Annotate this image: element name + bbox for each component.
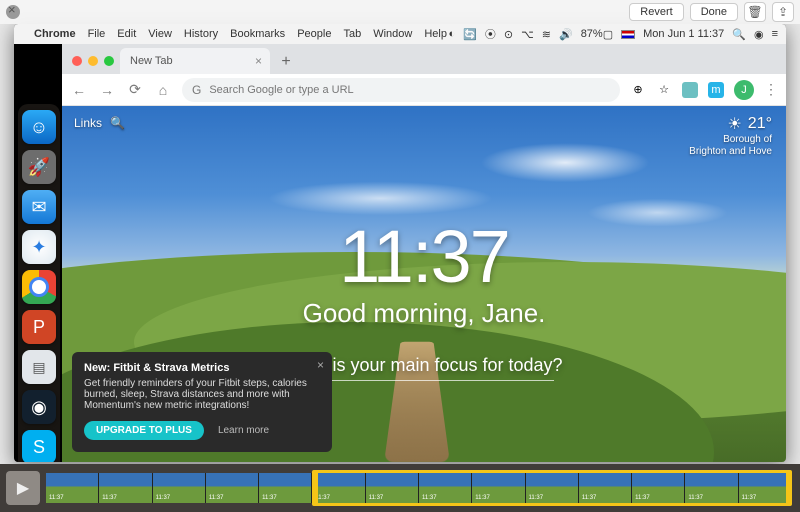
promo-body: Get friendly reminders of your Fitbit st… xyxy=(84,378,320,411)
trim-timeline: ▶ xyxy=(0,464,800,512)
spotlight-icon[interactable]: 🔍 xyxy=(732,28,746,41)
status-icon[interactable]: ◐ xyxy=(449,28,456,40)
search-engine-icon: G xyxy=(192,83,201,97)
trash-button[interactable]: 🗑 xyxy=(744,2,766,22)
weather-location: Brighton and Hove xyxy=(689,146,772,158)
window-minimize[interactable] xyxy=(88,56,98,66)
menu-bookmarks[interactable]: Bookmarks xyxy=(230,28,285,40)
dock-powerpoint[interactable]: P xyxy=(22,310,56,344)
chrome-window: New Tab × + ← → ⟳ ⌂ G Search Google or t… xyxy=(62,44,786,462)
close-preview-button[interactable] xyxy=(6,5,20,19)
new-tab-button[interactable]: + xyxy=(274,50,298,74)
done-button[interactable]: Done xyxy=(690,3,738,21)
links-menu[interactable]: Links 🔍 xyxy=(74,116,125,130)
menu-file[interactable]: File xyxy=(88,28,106,40)
learn-more-link[interactable]: Learn more xyxy=(218,425,269,436)
status-icon[interactable]: ⊙ xyxy=(504,28,513,41)
share-button[interactable]: ⇪ xyxy=(772,2,794,22)
clock: 11:37 xyxy=(339,220,509,294)
notification-center-icon[interactable]: ≡ xyxy=(772,28,778,40)
bookmark-star-icon[interactable]: ☆ xyxy=(656,82,672,98)
menu-tab[interactable]: Tab xyxy=(343,28,361,40)
timeline-thumb[interactable] xyxy=(46,473,99,503)
promo-close-icon[interactable]: × xyxy=(317,358,324,372)
dock-safari[interactable]: ✦ xyxy=(22,230,56,264)
dock-finder[interactable]: ☺ xyxy=(22,110,56,144)
dock-skype[interactable]: S xyxy=(22,430,56,462)
volume-icon[interactable]: 🔊 xyxy=(559,28,573,41)
quicklook-toolbar: Revert Done 🗑 ⇪ xyxy=(0,0,800,24)
upgrade-button[interactable]: UPGRADE TO PLUS xyxy=(84,421,204,440)
dock-steam[interactable]: ◉ xyxy=(22,390,56,424)
extension-icon[interactable]: m xyxy=(708,82,724,98)
timeline-thumb[interactable] xyxy=(259,473,312,503)
macos-menubar: Chrome File Edit View History Bookmarks … xyxy=(14,24,786,44)
menu-help[interactable]: Help xyxy=(424,28,447,40)
tab-strip: New Tab × + xyxy=(62,44,786,74)
promo-title: New: Fitbit & Strava Metrics xyxy=(84,362,320,374)
dock-chrome[interactable] xyxy=(22,270,56,304)
timeline-thumb[interactable] xyxy=(206,473,259,503)
siri-icon[interactable]: ◉ xyxy=(754,28,764,41)
dock-mail[interactable]: ✉ xyxy=(22,190,56,224)
window-close[interactable] xyxy=(72,56,82,66)
trim-selection[interactable] xyxy=(316,470,788,506)
clock-menubar[interactable]: Mon Jun 1 11:37 xyxy=(643,28,724,40)
omnibox[interactable]: G Search Google or type a URL xyxy=(182,78,620,102)
reload-button[interactable]: ⟳ xyxy=(126,81,144,98)
battery-status[interactable]: 87% ▢ xyxy=(581,28,613,41)
timeline-track[interactable] xyxy=(44,470,794,506)
promo-card: × New: Fitbit & Strava Metrics Get frien… xyxy=(72,352,332,452)
flag-icon[interactable] xyxy=(621,30,635,39)
weather-location: Borough of xyxy=(689,134,772,146)
home-button[interactable]: ⌂ xyxy=(154,82,172,98)
app-menu[interactable]: Chrome xyxy=(34,28,76,40)
search-icon[interactable]: 🔍 xyxy=(110,116,125,130)
captured-desktop: Chrome File Edit View History Bookmarks … xyxy=(14,24,786,462)
weather-icon: ☀ xyxy=(727,114,741,134)
forward-button[interactable]: → xyxy=(98,82,116,98)
weather-temp: 21° xyxy=(748,115,772,133)
menu-window[interactable]: Window xyxy=(373,28,412,40)
wifi-icon[interactable]: ≋ xyxy=(542,28,551,41)
menu-history[interactable]: History xyxy=(184,28,218,40)
play-button[interactable]: ▶ xyxy=(6,471,40,505)
menu-view[interactable]: View xyxy=(148,28,172,40)
focus-input[interactable] xyxy=(294,380,554,381)
revert-button[interactable]: Revert xyxy=(629,3,683,21)
tab-close-icon[interactable]: × xyxy=(255,54,262,68)
timeline-thumb[interactable] xyxy=(99,473,152,503)
menu-edit[interactable]: Edit xyxy=(117,28,136,40)
profile-avatar[interactable]: J xyxy=(734,80,754,100)
greeting: Good morning, Jane. xyxy=(303,298,546,329)
links-label: Links xyxy=(74,116,102,130)
timeline-thumb[interactable] xyxy=(153,473,206,503)
dock: ☺ 🚀 ✉ ✦ P ▤ ◉ S ➤ xyxy=(18,104,60,462)
menu-people[interactable]: People xyxy=(297,28,331,40)
window-zoom[interactable] xyxy=(104,56,114,66)
status-icon[interactable]: ⦿ xyxy=(485,26,496,42)
extension-icon[interactable] xyxy=(682,82,698,98)
toolbar: ← → ⟳ ⌂ G Search Google or type a URL ⊕ … xyxy=(62,74,786,106)
omnibox-placeholder: Search Google or type a URL xyxy=(209,84,353,96)
status-icon[interactable]: 🔄 xyxy=(463,28,477,41)
browser-tab[interactable]: New Tab × xyxy=(120,48,270,74)
extension-icon[interactable]: ⊕ xyxy=(630,82,646,98)
chrome-menu-icon[interactable]: ⋮ xyxy=(764,81,778,98)
weather-widget[interactable]: ☀ 21° Borough of Brighton and Hove xyxy=(689,114,772,158)
tab-title: New Tab xyxy=(130,55,173,67)
trim-handle-right[interactable] xyxy=(786,470,792,506)
status-icon[interactable]: ⌥ xyxy=(521,28,534,41)
dock-launchpad[interactable]: 🚀 xyxy=(22,150,56,184)
newtab-page: Links 🔍 ☀ 21° Borough of Brighton and Hov… xyxy=(62,106,786,462)
dock-preview[interactable]: ▤ xyxy=(22,350,56,384)
back-button[interactable]: ← xyxy=(70,82,88,98)
